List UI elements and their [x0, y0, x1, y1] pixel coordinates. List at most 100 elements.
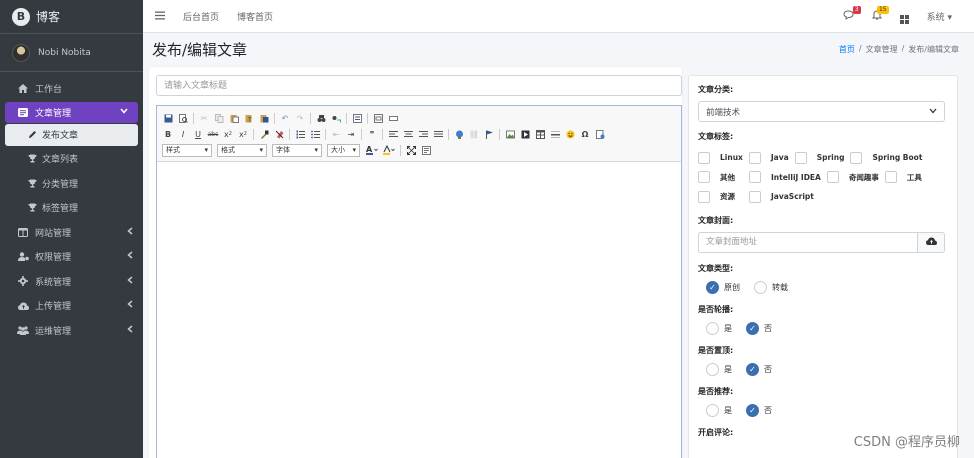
paste-icon[interactable] — [228, 112, 240, 124]
sidebar-subitem-publish[interactable]: 发布文章 — [5, 123, 138, 146]
caret-down-icon: ▾ — [947, 12, 952, 23]
strikethrough-icon[interactable]: abc — [207, 128, 219, 140]
breadcrumb-separator: / — [858, 43, 862, 53]
cover-url-input[interactable] — [698, 231, 917, 253]
undo-icon[interactable]: ↶ — [279, 112, 291, 124]
tag-checkbox[interactable] — [850, 151, 863, 164]
top-link-blog-home[interactable]: 博客首页 — [237, 10, 273, 23]
maximize-icon[interactable] — [405, 144, 417, 156]
font-dropdown[interactable]: 字体 ▾ — [272, 143, 322, 157]
show-blocks-icon[interactable] — [420, 144, 432, 156]
tag-checkbox[interactable] — [749, 190, 761, 203]
brand[interactable]: B 博客 — [0, 0, 143, 34]
editor-content-area[interactable] — [157, 162, 681, 458]
outdent-icon[interactable]: ⇤ — [330, 128, 342, 140]
carousel-section: 是否轮播: 是 ✓ 否 — [698, 304, 948, 335]
recommend-no-radio[interactable]: ✓ — [746, 403, 759, 417]
tag-checkbox[interactable] — [748, 151, 761, 164]
type-original-radio[interactable]: ✓ — [706, 280, 719, 294]
tag-checkbox[interactable] — [794, 151, 807, 164]
category-select[interactable]: 前端技术 — [698, 101, 945, 122]
paste-word-icon[interactable] — [258, 112, 270, 124]
messages-button[interactable]: 3 — [843, 5, 861, 23]
paste-text-icon[interactable]: T — [243, 112, 255, 124]
align-left-icon[interactable] — [387, 128, 399, 140]
underline-icon[interactable]: U — [192, 128, 204, 140]
superscript-icon[interactable]: x2 — [237, 128, 249, 140]
pin-top-yes-radio[interactable] — [706, 362, 719, 376]
align-justify-icon[interactable] — [432, 128, 444, 140]
copy-format-icon[interactable] — [258, 128, 270, 140]
copy-icon[interactable] — [213, 112, 225, 124]
breadcrumb-home-link[interactable]: 首页 — [839, 44, 855, 55]
bg-color-icon[interactable] — [382, 144, 396, 156]
blockquote-icon[interactable]: ❞ — [366, 128, 378, 140]
system-dropdown[interactable]: 系统 ▾ — [927, 10, 952, 23]
upload-cover-button[interactable] — [917, 231, 945, 253]
smiley-icon[interactable] — [564, 128, 576, 140]
tag-checkbox[interactable] — [749, 171, 761, 184]
format-dropdown[interactable]: 格式 ▾ — [217, 143, 267, 157]
text-color-icon[interactable]: A — [365, 144, 379, 156]
redo-icon[interactable]: ↷ — [294, 112, 306, 124]
sidebar-item-ops[interactable]: 运维管理 — [0, 318, 143, 343]
numbered-list-icon[interactable] — [294, 128, 306, 140]
select-all-icon[interactable] — [351, 112, 363, 124]
carousel-yes-radio[interactable] — [706, 321, 719, 335]
subscript-icon[interactable]: x2 — [222, 128, 234, 140]
preview-icon[interactable] — [177, 112, 189, 124]
remove-format-icon[interactable] — [273, 128, 285, 140]
sidebar-item-dashboard[interactable]: 工作台 — [0, 76, 143, 101]
sidebar-item-label: 系统管理 — [35, 277, 72, 288]
top-link-admin-home[interactable]: 后台首页 — [183, 10, 219, 23]
textfield-icon[interactable] — [387, 112, 399, 124]
user-panel[interactable]: Nobi Nobita — [0, 34, 143, 72]
sidebar-subitem-article-list[interactable]: 文章列表 — [0, 147, 143, 172]
tag-checkbox[interactable] — [698, 190, 710, 203]
tag-checkbox[interactable] — [698, 151, 710, 164]
pin-top-no-radio[interactable]: ✓ — [746, 362, 759, 376]
sidebar-subitem-label: 标签管理 — [42, 204, 79, 215]
sidebar-subitem-label: 发布文章 — [42, 131, 79, 141]
size-dropdown[interactable]: 大小 ▾ — [327, 143, 360, 157]
cut-icon[interactable]: ✂ — [198, 112, 210, 124]
sidebar-subitem-tags[interactable]: 标签管理 — [0, 196, 143, 221]
hamburger-menu-icon[interactable] — [155, 9, 165, 23]
bulleted-list-icon[interactable] — [309, 128, 321, 140]
flash-icon[interactable] — [519, 128, 531, 140]
align-center-icon[interactable] — [402, 128, 414, 140]
sidebar-item-permissions[interactable]: 权限管理 — [0, 245, 143, 270]
anchor-icon[interactable] — [483, 128, 495, 140]
type-repost-radio[interactable] — [754, 280, 767, 294]
link-icon[interactable] — [453, 128, 465, 140]
apps-grid-button[interactable] — [899, 9, 909, 24]
notifications-button[interactable]: 15 — [871, 5, 889, 23]
style-dropdown[interactable]: 样式 ▾ — [162, 143, 212, 157]
bold-icon[interactable]: B — [162, 128, 174, 140]
tag-checkbox[interactable] — [698, 171, 710, 184]
replace-icon[interactable] — [330, 112, 342, 124]
sidebar-item-website[interactable]: 网站管理 — [0, 220, 143, 245]
indent-icon[interactable]: ⇥ — [345, 128, 357, 140]
special-char-icon[interactable]: Ω — [579, 128, 591, 140]
tag-checkbox[interactable] — [826, 171, 839, 184]
article-title-input[interactable] — [156, 75, 682, 96]
sidebar-item-uploads[interactable]: 上传管理 — [0, 294, 143, 319]
recommend-yes-radio[interactable] — [706, 403, 719, 417]
page-break-icon[interactable] — [594, 128, 606, 140]
sidebar-item-articles[interactable]: 文章管理 — [5, 101, 138, 123]
form-icon[interactable] — [372, 112, 384, 124]
image-icon[interactable] — [504, 128, 516, 140]
recommend-label: 是否推荐: — [698, 386, 734, 396]
sidebar-subitem-categories[interactable]: 分类管理 — [0, 171, 143, 196]
find-icon[interactable] — [315, 112, 327, 124]
tag-checkbox[interactable] — [884, 171, 897, 184]
carousel-no-radio[interactable]: ✓ — [746, 321, 759, 335]
align-right-icon[interactable] — [417, 128, 429, 140]
save-icon[interactable] — [162, 112, 174, 124]
sidebar-item-system[interactable]: 系统管理 — [0, 269, 143, 294]
table-icon[interactable] — [534, 128, 546, 140]
italic-icon[interactable]: I — [177, 128, 189, 140]
horizontal-rule-icon[interactable] — [549, 128, 561, 140]
unlink-icon[interactable]: ⛓ — [468, 128, 480, 140]
